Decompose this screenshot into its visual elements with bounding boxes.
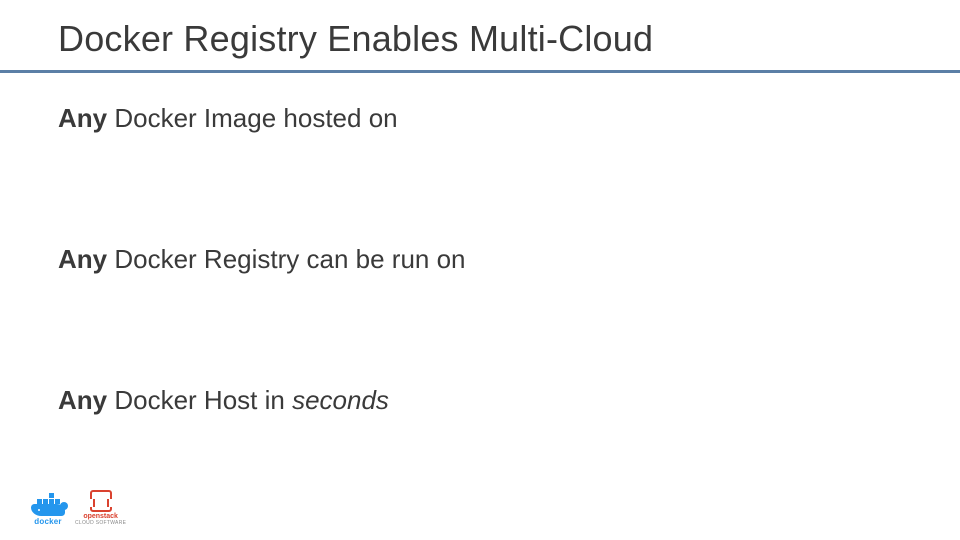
body-line-3: Any Docker Host in seconds (58, 385, 902, 416)
docker-whale-icon (31, 494, 65, 516)
title-divider (0, 70, 960, 73)
body-line-3-bold: Any (58, 385, 107, 415)
body-line-1-rest: Docker Image hosted on (107, 103, 398, 133)
body-line-2-bold: Any (58, 244, 107, 274)
footer-logos: docker openstack CLOUD SOFTWARE (31, 490, 126, 526)
body-line-2-rest: Docker Registry can be run on (107, 244, 465, 274)
docker-logo-label: docker (34, 517, 61, 526)
openstack-mark-icon (90, 490, 112, 512)
docker-logo: docker (31, 494, 65, 526)
body-line-2: Any Docker Registry can be run on (58, 244, 902, 275)
openstack-logo-sub: CLOUD SOFTWARE (75, 520, 126, 526)
body-line-3-rest: Docker Host in (107, 385, 292, 415)
openstack-logo: openstack CLOUD SOFTWARE (75, 490, 126, 526)
body-line-3-italic: seconds (292, 385, 389, 415)
slide: Docker Registry Enables Multi-Cloud Any … (0, 0, 960, 540)
body-line-1-bold: Any (58, 103, 107, 133)
body-line-1: Any Docker Image hosted on (58, 103, 902, 134)
openstack-logo-label: openstack (83, 513, 118, 520)
slide-title: Docker Registry Enables Multi-Cloud (58, 18, 902, 60)
